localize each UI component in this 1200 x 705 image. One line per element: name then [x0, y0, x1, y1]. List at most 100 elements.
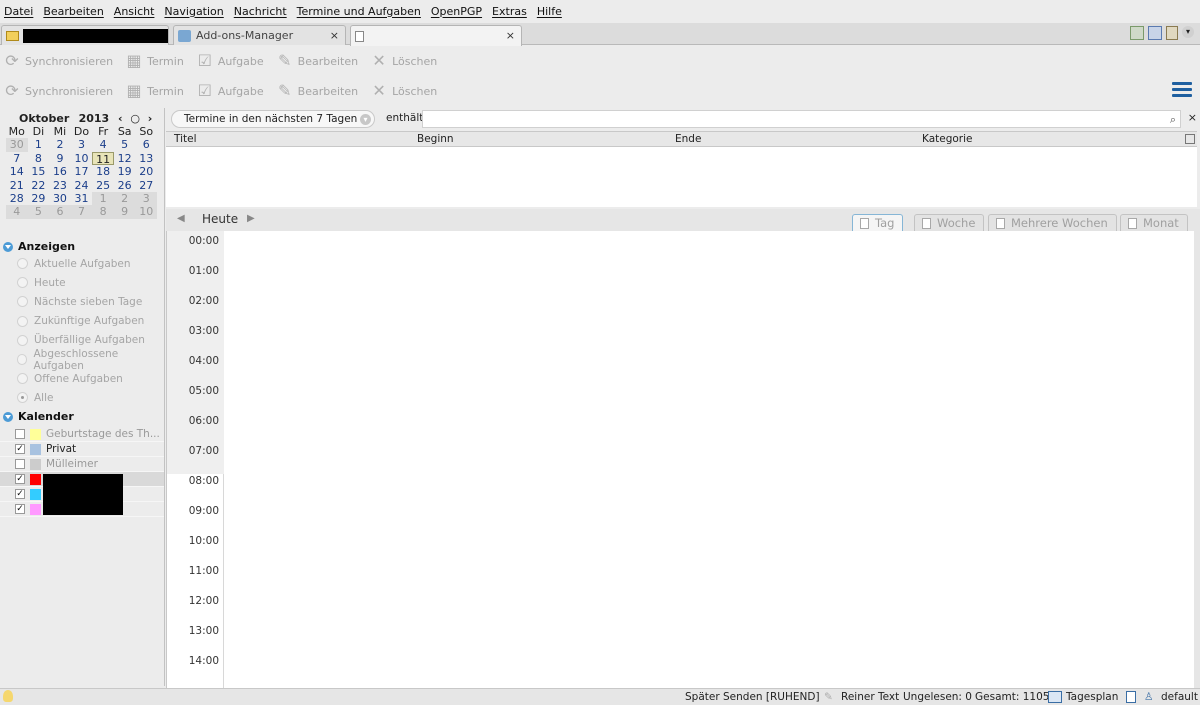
clipboard-icon[interactable]	[1166, 26, 1178, 40]
minimonth-day[interactable]: 16	[49, 165, 71, 178]
edit-button[interactable]: ✎ Bearbeiten	[276, 82, 358, 100]
search-input[interactable]: ⌕	[422, 110, 1181, 128]
task-filter-option[interactable]: Alle	[0, 388, 164, 407]
column-picker-icon[interactable]	[1185, 134, 1195, 144]
dayplan-toggle[interactable]: Tagesplan	[1066, 691, 1118, 703]
menu-termine[interactable]: Termine und Aufgaben	[297, 5, 421, 18]
minimonth-day[interactable]: 13	[135, 152, 157, 165]
menu-bearbeiten[interactable]: Bearbeiten	[43, 5, 103, 18]
minimonth-day[interactable]: 4	[92, 138, 114, 151]
minimonth-day[interactable]: 9	[49, 152, 71, 165]
minimonth-day[interactable]: 3	[71, 138, 93, 151]
new-task-button[interactable]: ☑ Aufgabe	[196, 52, 264, 70]
minimonth-day[interactable]: 11	[92, 151, 114, 166]
close-icon[interactable]: ×	[1188, 111, 1197, 124]
new-event-button[interactable]: ▦ Termin	[125, 82, 184, 100]
minimonth-day[interactable]: 27	[135, 179, 157, 192]
event-filter-select[interactable]: Termine in den nächsten 7 Tagen ▾	[171, 110, 375, 128]
menu-nachricht[interactable]: Nachricht	[234, 5, 287, 18]
next-month-icon[interactable]: ›	[143, 112, 157, 125]
minimonth-day[interactable]: 7	[70, 205, 93, 219]
task-filter-option[interactable]: Aktuelle Aufgaben	[0, 254, 164, 273]
minimonth-day[interactable]: 8	[28, 152, 50, 165]
checkbox[interactable]	[15, 459, 25, 469]
event-list[interactable]	[166, 147, 1197, 207]
chevron-down-icon[interactable]: ▾	[1182, 26, 1194, 38]
minimonth-day[interactable]: 19	[114, 165, 136, 178]
delete-button[interactable]: ✕ Löschen	[370, 82, 437, 100]
minimonth-day[interactable]: 26	[114, 179, 136, 192]
checkbox[interactable]: ✓	[15, 489, 25, 499]
tab-addons[interactable]: Add-ons-Manager ×	[173, 25, 346, 45]
delete-button[interactable]: ✕ Löschen	[370, 52, 437, 70]
col-category[interactable]: Kategorie	[922, 133, 973, 145]
minimonth-day[interactable]: 6	[49, 205, 71, 219]
minimonth-day[interactable]: 23	[49, 179, 71, 192]
layout-icon[interactable]	[1148, 26, 1162, 40]
task-filter-option[interactable]: Abgeschlossene Aufgaben	[0, 348, 164, 372]
minimonth-day[interactable]: 9	[113, 205, 136, 219]
col-end[interactable]: Ende	[675, 133, 701, 145]
close-icon[interactable]: ×	[330, 29, 339, 42]
minimonth-day[interactable]: 31	[71, 192, 93, 205]
minimonth-day[interactable]: 30	[6, 138, 28, 152]
minimonth-day[interactable]: 2	[49, 138, 71, 151]
minimonth-day[interactable]: 22	[28, 179, 50, 192]
new-task-button[interactable]: ☑ Aufgabe	[196, 82, 264, 100]
checkbox[interactable]	[15, 429, 25, 439]
calendar-item[interactable]: Geburtstage des Th...	[0, 427, 164, 442]
minimonth-day[interactable]: 7	[6, 152, 28, 165]
minimonth-day[interactable]: 2	[113, 191, 136, 206]
tab-week[interactable]: Woche	[914, 214, 985, 231]
minimonth-day[interactable]: 4	[6, 205, 28, 219]
minimonth-day[interactable]: 8	[92, 205, 114, 219]
col-title[interactable]: Titel	[174, 133, 197, 145]
sync-button[interactable]: ⟳ Synchronisieren	[3, 82, 113, 100]
search-icon[interactable]: ⌕	[1170, 113, 1176, 127]
checkbox[interactable]: ✓	[15, 474, 25, 484]
minimonth-day[interactable]: 18	[92, 165, 114, 178]
next-day-icon[interactable]: ▶	[247, 213, 255, 224]
checkbox[interactable]: ✓	[15, 504, 25, 514]
tab-calendar[interactable]: ×	[350, 25, 522, 46]
minimonth-day[interactable]: 20	[135, 165, 157, 178]
calendar-item[interactable]: ✓ Privat	[0, 442, 164, 457]
scrollbar[interactable]	[1194, 231, 1200, 688]
tab-multiweek[interactable]: Mehrere Wochen	[988, 214, 1117, 231]
menu-navigation[interactable]: Navigation	[164, 5, 223, 18]
new-event-button[interactable]: ▦ Termin	[125, 52, 184, 70]
new-tab-icon[interactable]	[1130, 26, 1144, 40]
close-icon[interactable]: ×	[506, 29, 515, 42]
minimonth-day[interactable]: 6	[135, 138, 157, 151]
minimonth-day[interactable]: 5	[27, 205, 50, 219]
menu-openpgp[interactable]: OpenPGP	[431, 5, 482, 18]
tab-month[interactable]: Monat	[1120, 214, 1188, 231]
bulb-icon[interactable]	[3, 690, 13, 702]
menu-extras[interactable]: Extras	[492, 5, 527, 18]
menu-hilfe[interactable]: Hilfe	[537, 5, 562, 18]
calendar-item[interactable]: Mülleimer	[0, 457, 164, 472]
minimonth-day[interactable]: 1	[28, 138, 50, 151]
minimonth-day[interactable]: 28	[6, 192, 28, 205]
today-button[interactable]: Heute	[202, 212, 238, 226]
tab-mail[interactable]	[1, 25, 169, 45]
col-start[interactable]: Beginn	[417, 133, 454, 145]
task-filter-option[interactable]: Offene Aufgaben	[0, 369, 164, 388]
year-label[interactable]: 2013	[79, 112, 114, 125]
tab-day[interactable]: Tag	[852, 214, 904, 231]
page-icon[interactable]	[1126, 691, 1136, 703]
minimonth-day[interactable]: 5	[114, 138, 136, 151]
prev-day-icon[interactable]: ◀	[177, 213, 185, 224]
minimonth-day[interactable]: 30	[49, 192, 71, 205]
today-circle-icon[interactable]: ○	[127, 112, 143, 125]
checkbox[interactable]: ✓	[15, 444, 25, 454]
edit-button[interactable]: ✎ Bearbeiten	[276, 52, 358, 70]
calendars-section-header[interactable]: Kalender	[0, 410, 74, 423]
minimonth-day[interactable]: 10	[71, 152, 93, 165]
minimonth-day[interactable]: 15	[28, 165, 50, 178]
task-filter-option[interactable]: Nächste sieben Tage	[0, 292, 164, 311]
minimonth-day[interactable]: 3	[135, 191, 158, 206]
minimonth-day[interactable]: 14	[6, 165, 28, 178]
task-filter-option[interactable]: Heute	[0, 273, 164, 292]
task-filter-option[interactable]: Zukünftige Aufgaben	[0, 312, 164, 331]
